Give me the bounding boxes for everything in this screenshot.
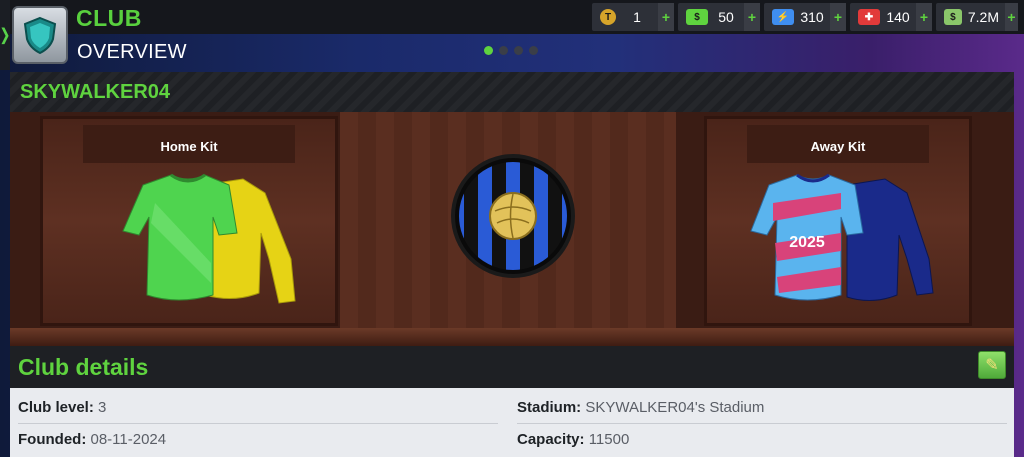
page-dot[interactable] (484, 46, 493, 55)
football-icon (489, 192, 537, 240)
stadium-row: Stadium: SKYWALKER04's Stadium (517, 399, 764, 416)
shield-icon (23, 16, 57, 55)
cash-icon: $ (686, 9, 708, 25)
currency-value: 310 (800, 9, 824, 25)
page-title: CLUB (76, 5, 142, 31)
medical-icon: ✚ (858, 9, 880, 25)
club-details-panel: Club level: 3 Founded: 08-11-2024 Stadiu… (10, 388, 1014, 457)
club-overview-screen: ❭ CLUB OVERVIEW T 1 + $ 50 + ⚡ 310 + ✚ (0, 0, 1024, 457)
currency-value: 50 (718, 9, 734, 25)
club-level-value: 3 (98, 399, 107, 416)
token-icon: T (600, 9, 616, 25)
currency-value: 1 (633, 9, 641, 25)
pencil-icon: ✎ (985, 357, 999, 374)
page-dot[interactable] (499, 46, 508, 55)
add-tokens-button[interactable]: + (658, 3, 674, 31)
page-subtitle: OVERVIEW (77, 41, 187, 63)
club-emblem[interactable] (450, 153, 576, 279)
club-level-label: Club level: (18, 399, 94, 416)
away-kit-cabinet[interactable]: Away Kit 2025 (704, 116, 972, 326)
founded-value: 08-11-2024 (90, 431, 167, 448)
add-money-button[interactable]: + (1005, 3, 1018, 31)
club-level-row: Club level: 3 (18, 399, 106, 416)
capacity-value: 11500 (588, 431, 630, 448)
page-indicator (484, 46, 538, 55)
home-kit-cabinet[interactable]: Home Kit (40, 116, 338, 326)
club-icon (12, 6, 68, 64)
club-details-header: Club details ✎ (10, 346, 1014, 388)
founded-row: Founded: 08-11-2024 (18, 431, 166, 448)
add-energy-button[interactable]: + (830, 3, 846, 31)
money-icon: $ (944, 9, 962, 25)
currency-tokens: T 1 + (592, 3, 674, 31)
currency-value: 7.2M (967, 9, 999, 25)
page-dot[interactable] (529, 46, 538, 55)
add-medical-button[interactable]: + (916, 3, 932, 31)
stadium-label: Stadium: (517, 399, 582, 416)
club-name: SKYWALKER04 (20, 81, 171, 103)
currency-energy: ⚡ 310 + (764, 3, 846, 31)
energy-icon: ⚡ (772, 9, 794, 25)
club-name-bar: SKYWALKER04 (10, 72, 1014, 112)
club-details-title: Club details (18, 354, 149, 380)
founded-label: Founded: (18, 431, 87, 448)
currency-medical: ✚ 140 + (850, 3, 932, 31)
away-kit-image: 2025 (750, 173, 934, 301)
chevron-right-icon: ❭ (0, 25, 12, 45)
away-kit-label: Away Kit (810, 139, 866, 154)
edit-button[interactable]: ✎ (978, 351, 1006, 379)
home-kit-label: Home Kit (160, 139, 218, 154)
currency-value: 140 (886, 9, 910, 25)
stadium-value: SKYWALKER04's Stadium (585, 399, 765, 416)
currency-money: $ 7.2M + (936, 3, 1018, 31)
back-button[interactable]: ❭ (0, 0, 12, 70)
currency-cash: $ 50 + (678, 3, 760, 31)
shelf-floor (10, 328, 1014, 346)
page-dot[interactable] (514, 46, 523, 55)
away-kit-number: 2025 (789, 234, 825, 251)
capacity-label: Capacity: (517, 431, 585, 448)
home-kit-image (122, 173, 296, 304)
add-cash-button[interactable]: + (744, 3, 760, 31)
capacity-row: Capacity: 11500 (517, 431, 629, 448)
currency-bar: T 1 + $ 50 + ⚡ 310 + ✚ 140 + $ 7.2M + (592, 3, 1018, 31)
